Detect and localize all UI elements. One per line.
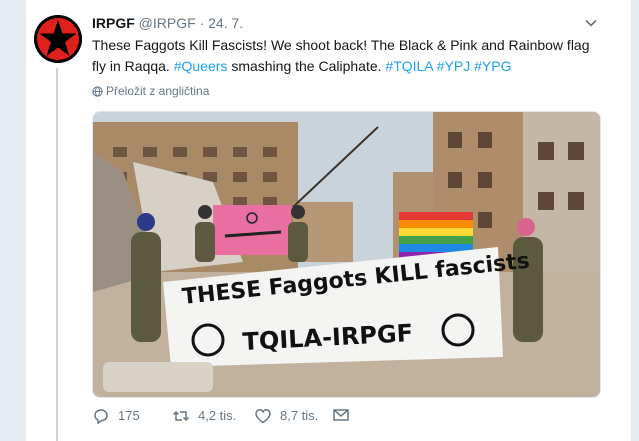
red-star-icon: [34, 15, 82, 63]
translate-link[interactable]: Přeložit z angličtina: [92, 83, 209, 99]
retweet-count: 4,2 tis.: [198, 408, 237, 423]
retweet-button[interactable]: 4,2 tis.: [172, 406, 236, 426]
photo-illustration: THESE Faggots KILL fascists TQILA-IRPGF: [93, 112, 600, 397]
retweet-icon: [172, 410, 190, 422]
reply-count: 175: [118, 408, 140, 423]
globe-icon: [92, 86, 103, 97]
tweet-date[interactable]: 24. 7.: [208, 15, 243, 31]
more-options-button[interactable]: [585, 16, 597, 28]
direct-message-button[interactable]: [332, 406, 358, 424]
tweet-photo[interactable]: THESE Faggots KILL fascists TQILA-IRPGF: [92, 111, 601, 398]
user-handle[interactable]: @IRPGF: [139, 15, 196, 31]
hashtag-link[interactable]: #YPJ: [437, 58, 470, 74]
chevron-down-icon: [585, 19, 597, 27]
separator: ·: [199, 15, 205, 31]
tweet-text: These Faggots Kill Fascists! We shoot ba…: [92, 35, 600, 77]
hashtag-link[interactable]: #TQILA: [385, 58, 432, 74]
envelope-icon: [333, 409, 349, 421]
like-button[interactable]: 8,7 tis.: [254, 406, 318, 426]
reply-icon: [94, 409, 108, 425]
heart-icon: [255, 409, 271, 424]
tweet-text-part: smashing the Caliphate.: [231, 58, 382, 74]
like-count: 8,7 tis.: [280, 408, 319, 423]
translate-label: Přeložit z angličtina: [106, 84, 210, 98]
display-name[interactable]: IRPGF: [92, 15, 135, 31]
hashtag-link[interactable]: #Queers: [174, 58, 228, 74]
hashtag-link[interactable]: #YPG: [474, 58, 511, 74]
thread-line: [56, 68, 58, 441]
tweet-header: IRPGF @IRPGF · 24. 7.: [92, 14, 243, 32]
reply-button[interactable]: 175: [92, 406, 140, 426]
avatar[interactable]: [34, 15, 82, 63]
